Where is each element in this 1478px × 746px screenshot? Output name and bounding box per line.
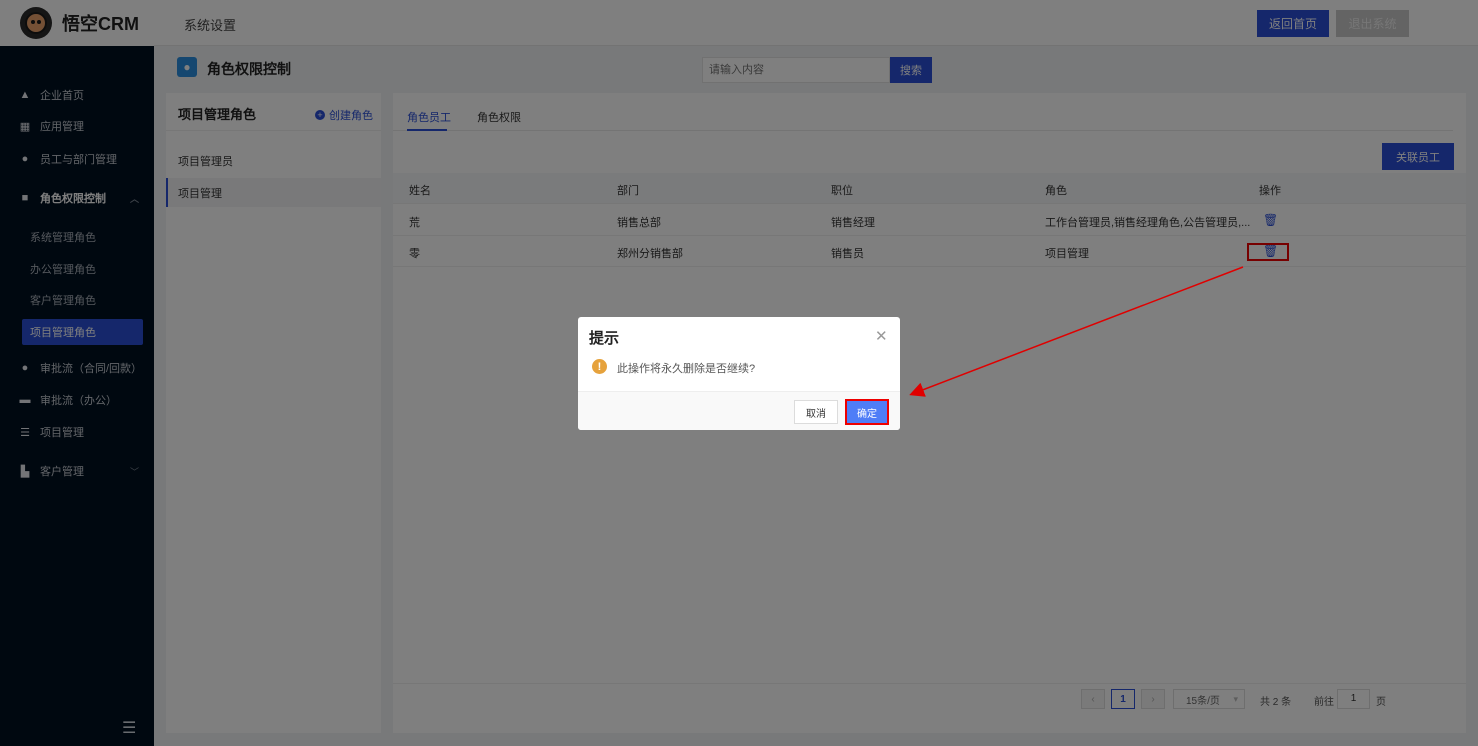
dialog-title: 提示 <box>589 330 620 347</box>
close-icon[interactable]: ✕ <box>875 327 888 345</box>
divider <box>578 391 900 392</box>
cancel-button[interactable]: 取消 <box>794 400 838 424</box>
confirm-dialog: 提示 ✕ ! 此操作将永久删除是否继续? 取消 确定 <box>578 317 900 430</box>
dialog-message: 此操作将永久删除是否继续? <box>617 363 756 375</box>
confirm-button[interactable]: 确定 <box>845 399 889 425</box>
warning-icon: ! <box>592 359 607 374</box>
